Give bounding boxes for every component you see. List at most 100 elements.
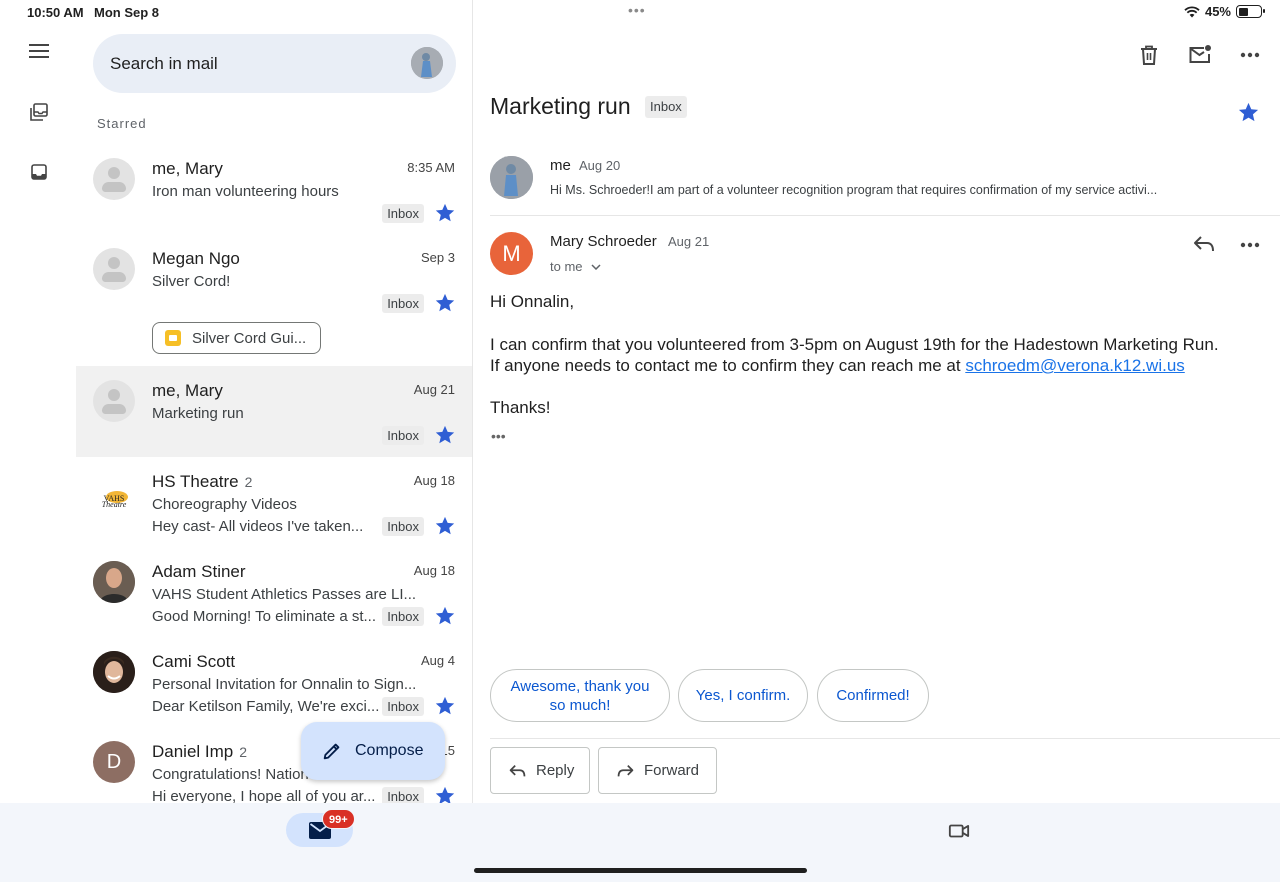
message-date: Aug 21 [668, 234, 710, 249]
slides-icon [165, 330, 181, 346]
sender-avatar [93, 248, 135, 290]
mail-subject: Silver Cord! [152, 273, 231, 290]
mail-subject: Personal Invitation for Onnalin to Sign.… [152, 676, 417, 693]
inbox-label-chip: Inbox [382, 204, 424, 223]
star-icon[interactable] [434, 695, 456, 717]
email-body-line: If anyone needs to contact me to confirm… [490, 356, 1185, 375]
star-icon[interactable] [434, 292, 456, 314]
sender-avatar: D [93, 741, 135, 783]
sender-avatar [93, 651, 135, 693]
status-indicators: 45% [1184, 4, 1265, 19]
star-icon[interactable] [434, 605, 456, 627]
inbox-label-chip: Inbox [382, 607, 424, 626]
wifi-icon [1184, 5, 1200, 17]
inbox-label-chip: Inbox [382, 787, 424, 803]
reply-icon[interactable] [1193, 235, 1215, 253]
mail-snippet: Hey cast- All videos I've taken... [152, 518, 364, 535]
compose-button[interactable]: Compose [301, 722, 445, 780]
mail-sender: Adam Stiner [152, 562, 246, 581]
mark-unread-icon[interactable] [1188, 44, 1212, 66]
sender-avatar [93, 158, 135, 200]
more-options-icon[interactable] [1240, 52, 1260, 58]
reply-icon [509, 764, 526, 776]
multitasking-dots-icon[interactable]: ••• [628, 2, 646, 18]
attachment-chip[interactable]: Silver Cord Gui... [152, 322, 321, 354]
mail-sender: Cami Scott [152, 652, 236, 671]
battery-percent: 45% [1204, 4, 1231, 19]
actions-divider [490, 738, 1280, 739]
smart-reply-chip[interactable]: Yes, I confirm. [678, 669, 808, 722]
delete-icon[interactable] [1139, 44, 1159, 66]
video-camera-icon[interactable] [948, 820, 970, 842]
inbox-label-chip: Inbox [382, 697, 424, 716]
smart-reply-chip[interactable]: Awesome, thank you so much! [490, 669, 670, 722]
mail-subject: Marketing run [152, 405, 244, 422]
star-icon[interactable] [434, 515, 456, 537]
pencil-icon [323, 743, 340, 760]
email-signoff: Thanks! [490, 398, 551, 417]
mail-sender: me, Mary [152, 381, 223, 400]
sender-logo: VAHS Theatre [93, 471, 135, 513]
account-avatar[interactable] [411, 47, 443, 79]
sender-avatar [93, 561, 135, 603]
star-icon[interactable] [1237, 101, 1260, 124]
sender-avatar [93, 380, 135, 422]
all-inboxes-icon[interactable] [28, 101, 50, 123]
status-date: Mon Sep 8 [94, 5, 160, 20]
mail-sender: me, Mary [152, 159, 223, 178]
inbox-label-chip[interactable]: Inbox [645, 96, 687, 118]
email-greeting: Hi Onnalin, [490, 292, 575, 311]
show-trimmed-content[interactable]: ••• [491, 428, 506, 444]
thread-count: 2 [239, 744, 248, 760]
svg-text:Theatre: Theatre [102, 500, 127, 509]
email-link[interactable]: schroedm@verona.k12.wi.us [965, 356, 1184, 375]
message-date: Aug 20 [579, 158, 621, 173]
mail-snippet: Good Morning! To eliminate a st... [152, 608, 377, 625]
mail-sender: HS Theatre 2 [152, 472, 253, 491]
mail-date: Aug 21 [413, 382, 455, 397]
star-icon[interactable] [434, 202, 456, 224]
forward-label: Forward [644, 762, 700, 779]
inbox-icon[interactable] [28, 161, 50, 183]
forward-button[interactable]: Forward [598, 747, 717, 794]
mail-sender: Daniel Imp 2 [152, 742, 248, 761]
reply-label: Reply [536, 762, 575, 779]
inbox-label-chip: Inbox [382, 426, 424, 445]
message-more-icon[interactable] [1240, 242, 1260, 248]
inbox-label-chip: Inbox [382, 517, 424, 536]
search-placeholder: Search in mail [110, 53, 218, 73]
unread-count-badge: 99+ [322, 809, 355, 829]
mail-date: Aug 4 [421, 653, 455, 668]
reply-button[interactable]: Reply [490, 747, 590, 794]
attachment-name: Silver Cord Gui... [192, 329, 307, 347]
mail-date: Aug 18 [413, 563, 455, 578]
mail-row-selected[interactable]: me, Mary Aug 21 Marketing run Inbox [76, 366, 472, 457]
home-indicator[interactable] [474, 868, 807, 873]
thread-count: 2 [244, 474, 253, 490]
mail-subject: Choreography Videos [152, 496, 297, 513]
mail-sender: Megan Ngo [152, 249, 240, 268]
message-snippet[interactable]: Hi Ms. Schroeder!I am part of a voluntee… [550, 183, 1215, 197]
mail-subject: VAHS Student Athletics Passes are LI... [152, 586, 417, 603]
smart-reply-chip[interactable]: Confirmed! [817, 669, 929, 722]
mail-row[interactable]: me, Mary 8:35 AM Iron man volunteering h… [76, 144, 472, 234]
message-sender: me [550, 157, 571, 174]
mail-subject: Iron man volunteering hours [152, 183, 339, 200]
mail-subject: Congratulations! Nation [152, 766, 309, 783]
star-icon[interactable] [434, 785, 456, 803]
chevron-down-icon [590, 263, 601, 270]
recipients-label: to me [550, 259, 583, 274]
search-bar[interactable]: Search in mail [93, 34, 456, 93]
mail-row[interactable]: VAHS Theatre HS Theatre 2 Aug 18 Choreogra… [76, 457, 472, 547]
mail-date: Aug 18 [413, 473, 455, 488]
status-time: 10:50 AM [27, 5, 84, 20]
star-icon[interactable] [434, 424, 456, 446]
compose-label: Compose [355, 742, 424, 759]
menu-icon[interactable] [28, 40, 50, 62]
recipients-toggle[interactable]: to me [550, 259, 601, 274]
forward-icon [617, 764, 634, 776]
mail-row[interactable]: Cami Scott Aug 4 Personal Invitation for… [76, 637, 472, 727]
mail-row[interactable]: Adam Stiner Aug 18 VAHS Student Athletic… [76, 547, 472, 637]
sender-avatar [490, 156, 533, 199]
battery-icon [1236, 5, 1265, 18]
